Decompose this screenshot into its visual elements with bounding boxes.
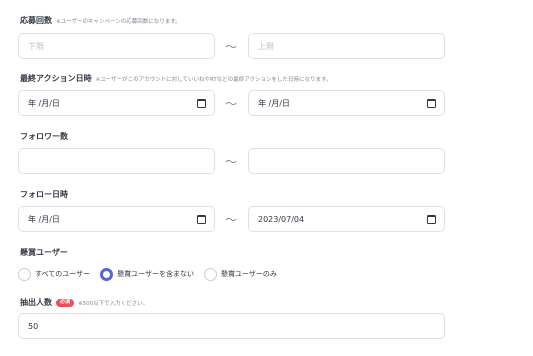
entries-separator: 〜 <box>224 40 237 54</box>
follow-date-start-input[interactable]: 年 /月/日 <box>18 206 215 232</box>
winners-count-value: 50 <box>28 321 39 331</box>
radio-all-users[interactable]: すべてのユーザー <box>18 267 91 281</box>
winners-count-input[interactable]: 50 <box>18 313 445 339</box>
last-action-label: 最終アクション日時 <box>20 74 92 83</box>
calendar-icon[interactable] <box>427 214 436 224</box>
radio-label: すべてのユーザー <box>35 270 91 278</box>
prize-users-radio-group: すべてのユーザー 懸賞ユーザーを含まない 懸賞ユーザーのみ <box>18 266 287 282</box>
entries-label: 応募回数 <box>20 16 52 25</box>
prize-users-label-row: 懸賞ユーザー <box>20 247 68 258</box>
follow-date-end-input[interactable]: 2023/07/04 <box>248 206 445 232</box>
radio-label: 懸賞ユーザーを含まない <box>117 270 194 278</box>
entries-label-row: 応募回数 ※ユーザーのキャンペーンの応募回数になります。 <box>20 15 181 26</box>
required-badge: 必須 <box>56 298 75 307</box>
radio-prize-users-only[interactable]: 懸賞ユーザーのみ <box>203 267 277 281</box>
entries-note: ※ユーザーのキャンペーンの応募回数になります。 <box>56 18 181 25</box>
last-action-start-date-input[interactable]: 年 /月/日 <box>18 90 215 116</box>
radio-exclude-prize-users[interactable]: 懸賞ユーザーを含まない <box>100 267 194 281</box>
follow-date-separator: 〜 <box>224 213 237 227</box>
entries-max-input[interactable]: 上限 <box>248 33 445 59</box>
winners-label-row: 抽出人数 必須 ※500以下で入力ください。 <box>20 297 148 308</box>
radio-label: 懸賞ユーザーのみ <box>220 270 277 278</box>
follow-date-label: フォロー日時 <box>20 190 68 199</box>
radio-circle-selected[interactable] <box>100 267 114 281</box>
winners-note: ※500以下で入力ください。 <box>78 300 149 307</box>
followers-label: フォロワー数 <box>20 132 68 141</box>
prize-users-label: 懸賞ユーザー <box>20 248 68 257</box>
winners-label: 抽出人数 <box>20 298 52 307</box>
last-action-end-date-input[interactable]: 年 /月/日 <box>248 90 445 116</box>
follow-date-end-value: 2023/07/04 <box>258 214 305 224</box>
calendar-icon[interactable] <box>197 214 206 224</box>
last-action-start-value: 年 /月/日 <box>28 98 60 108</box>
last-action-separator: 〜 <box>224 97 237 111</box>
entries-min-placeholder: 下限 <box>28 41 44 51</box>
radio-circle[interactable] <box>18 267 31 281</box>
last-action-note: ※ユーザーがこのアカウントに対していいねやRTなどの最終アクションをした日時にな… <box>95 76 332 83</box>
follow-date-label-row: フォロー日時 <box>20 189 68 200</box>
followers-label-row: フォロワー数 <box>20 131 68 142</box>
followers-separator: 〜 <box>224 155 237 169</box>
followers-min-input[interactable] <box>18 148 215 174</box>
radio-circle[interactable] <box>203 267 217 281</box>
entries-max-placeholder: 上限 <box>258 41 274 51</box>
follow-date-start-value: 年 /月/日 <box>28 214 60 224</box>
calendar-icon[interactable] <box>427 98 436 108</box>
entries-min-input[interactable]: 下限 <box>18 33 215 59</box>
followers-max-input[interactable] <box>248 148 445 174</box>
last-action-label-row: 最終アクション日時 ※ユーザーがこのアカウントに対していいねやRTなどの最終アク… <box>20 73 331 84</box>
calendar-icon[interactable] <box>197 98 206 108</box>
last-action-end-value: 年 /月/日 <box>258 98 290 108</box>
